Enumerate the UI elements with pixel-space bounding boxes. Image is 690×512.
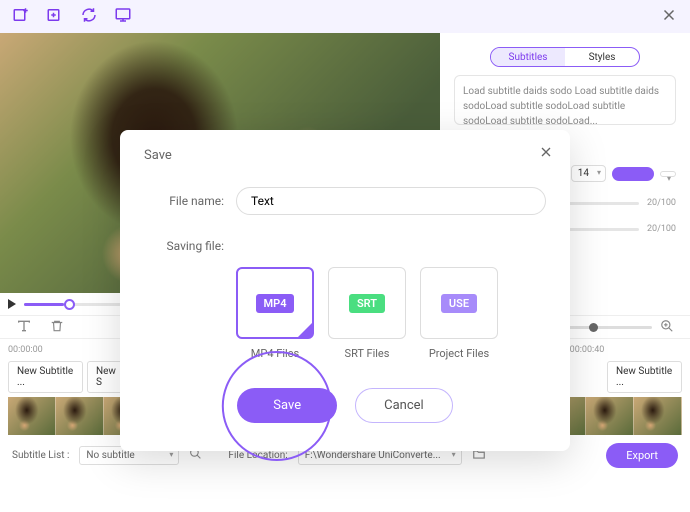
sync-icon[interactable] bbox=[80, 6, 98, 27]
file-type-mp4[interactable]: MP4MP4 Files bbox=[236, 267, 314, 360]
subtitle-chip[interactable]: New Subtitle ... bbox=[8, 361, 83, 393]
screen-icon[interactable] bbox=[114, 6, 132, 27]
color-swatch[interactable] bbox=[612, 167, 654, 181]
tab-subtitles[interactable]: Subtitles bbox=[491, 48, 565, 66]
play-button[interactable] bbox=[8, 299, 16, 309]
font-size-select[interactable]: 14 bbox=[571, 165, 606, 182]
dialog-title: Save bbox=[144, 148, 546, 163]
add-track-icon[interactable] bbox=[46, 6, 64, 27]
add-media-icon[interactable] bbox=[12, 6, 30, 27]
slider-1-label: 20/100 bbox=[647, 198, 676, 208]
subtitle-chip[interactable]: New Subtitle ... bbox=[607, 361, 682, 393]
color-dropdown[interactable] bbox=[660, 171, 676, 177]
dialog-close-icon[interactable] bbox=[538, 144, 554, 163]
file-name-input[interactable] bbox=[236, 187, 546, 215]
export-button[interactable]: Export bbox=[606, 443, 678, 468]
close-icon[interactable] bbox=[660, 6, 678, 27]
delete-icon[interactable] bbox=[50, 319, 64, 336]
slider-2-label: 20/100 bbox=[647, 224, 676, 234]
tab-styles[interactable]: Styles bbox=[565, 48, 639, 66]
zoom-slider[interactable] bbox=[562, 326, 652, 329]
cancel-button[interactable]: Cancel bbox=[355, 388, 453, 423]
subtitle-list-label: Subtitle List : bbox=[12, 450, 69, 461]
save-dialog: Save File name: Saving file: MP4MP4 File… bbox=[120, 130, 570, 451]
file-location-label: File Location: bbox=[228, 450, 287, 461]
file-name-label: File name: bbox=[144, 194, 224, 208]
save-button[interactable]: Save bbox=[237, 388, 337, 423]
text-tool-icon[interactable] bbox=[16, 318, 32, 337]
subtitle-text: Load subtitle daids sodo Load subtitle d… bbox=[454, 75, 676, 125]
file-type-srt[interactable]: SRTSRT Files bbox=[328, 267, 406, 360]
style-tabs[interactable]: Subtitles Styles bbox=[490, 47, 640, 67]
saving-file-label: Saving file: bbox=[144, 239, 224, 253]
zoom-in-icon[interactable] bbox=[660, 319, 674, 336]
file-type-use[interactable]: USEProject Files bbox=[420, 267, 498, 360]
